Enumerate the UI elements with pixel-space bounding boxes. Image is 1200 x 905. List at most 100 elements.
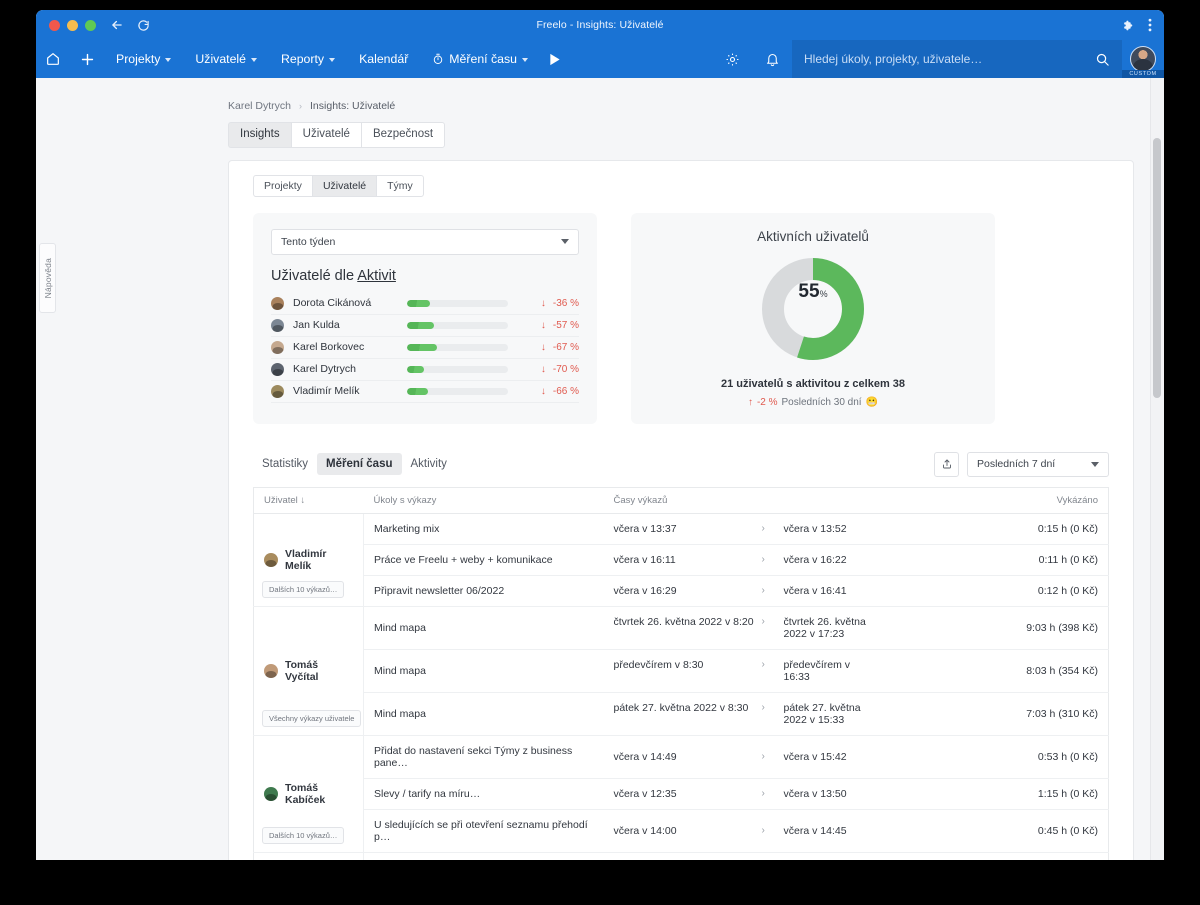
table-user[interactable]: Vladimír Melík (264, 548, 353, 572)
column-header-reported[interactable]: Vykázáno (883, 486, 1109, 514)
table-row[interactable]: Mind mapa pátek 27. května 2022 v 8:30 › pá… (254, 692, 1109, 736)
search-box[interactable] (792, 40, 1122, 78)
show-more-reports-button[interactable]: Všechny výkazy uživatele (262, 709, 362, 727)
table-reported-cell: 0:11 h (0 Kč) (883, 544, 1109, 576)
table-task-cell[interactable]: Slevy / tarify na míru… (363, 778, 604, 810)
table-task-cell[interactable]: Mind mapa (363, 605, 604, 650)
table-row[interactable]: Slevy / tarify na míru… včera v 12:35 › vče… (254, 778, 1109, 810)
table-row[interactable]: U sledujících se při otevření seznamu př… (254, 809, 1109, 853)
breadcrumb: Karel Dytrych › Insights: Uživatelé (58, 78, 1164, 112)
maximize-window-button[interactable] (85, 19, 96, 31)
report-tab-statistiky[interactable]: Statistiky (253, 453, 317, 475)
panel-title-link[interactable]: Aktivit (357, 268, 396, 284)
table-row[interactable]: Práce ve Freelu + weby + komunikace včera… (254, 544, 1109, 576)
table-user-cell: Tomáš Vyčítal Všechny výkazy uživatele (253, 605, 364, 736)
report-tab-mereni-casu[interactable]: Měření času (317, 453, 402, 476)
show-more-reports-button[interactable]: Dalších 10 výkazů… (262, 580, 345, 598)
nav-item-reporty[interactable]: Reporty (269, 40, 347, 78)
table-times-cell: pátek 27. května 2022 v 8:30 › pátek 27. k… (603, 692, 884, 736)
app-navigation-bar: Projekty Uživatelé Reporty Kalendář Měře… (36, 40, 1164, 78)
table-task-cell[interactable]: Mind mapa (363, 692, 604, 736)
subtab-tymy[interactable]: Týmy (376, 174, 424, 197)
home-icon[interactable] (36, 51, 70, 67)
activity-progress-bar (407, 343, 508, 351)
puzzle-piece-icon[interactable] (1122, 19, 1135, 32)
nav-item-label: Uživatelé (195, 52, 246, 66)
report-tab-aktivity[interactable]: Aktivity (402, 453, 456, 475)
activity-row[interactable]: Karel Borkovec ↓ -67 % (271, 337, 579, 359)
table-user[interactable]: Tomáš Kabíček (264, 782, 353, 806)
help-tab-label: Nápověda (42, 257, 53, 299)
active-users-trend: ↑ -2 % Posledních 30 dní 😬 (748, 397, 878, 408)
time-to: včera v 16:22 (783, 553, 847, 566)
play-icon[interactable] (540, 53, 570, 66)
window-controls[interactable] (49, 19, 96, 31)
period-select[interactable]: Tento týden (271, 228, 579, 255)
activity-delta: ↓ -70 % (517, 364, 579, 375)
date-range-select[interactable]: Posledních 7 dní (967, 451, 1109, 477)
avatar (271, 362, 284, 376)
column-header-user[interactable]: Uživatel ↓ (253, 486, 364, 514)
scrollbar-thumb[interactable] (1153, 138, 1161, 398)
table-task-cell[interactable]: Volání (363, 851, 604, 860)
tab-insights[interactable]: Insights (228, 122, 291, 148)
table-user-cell: Tereza NěmcováDalších 10 výkazů… (253, 851, 364, 860)
table-row[interactable]: Tomáš Vyčítal Všechny výkazy uživatele Min… (253, 605, 1109, 736)
bell-icon[interactable] (752, 52, 792, 67)
subtab-projekty[interactable]: Projekty (253, 174, 312, 197)
activity-row[interactable]: Jan Kulda ↓ -57 % (271, 315, 579, 337)
share-upload-icon[interactable] (934, 451, 959, 477)
close-window-button[interactable] (49, 19, 60, 31)
active-users-donut-chart: 55% (762, 257, 864, 360)
table-task-cell[interactable]: Marketing mix (363, 513, 604, 545)
table-row[interactable]: Vladimír Melík Dalších 10 výkazů… Marketin… (253, 513, 1109, 607)
table-times-cell: včera v 14:49 › včera v 15:42 (603, 734, 884, 779)
gear-icon[interactable] (712, 52, 752, 67)
activity-row[interactable]: Dorota Cikánová ↓ -36 % (271, 293, 579, 315)
chevron-down-icon (165, 58, 172, 62)
table-user[interactable]: Tomáš Vyčítal (264, 659, 353, 683)
activity-row[interactable]: Vladimír Melík ↓ -66 % (271, 381, 579, 403)
table-row[interactable]: Tomáš Kabíček Dalších 10 výkazů… Přidat do… (253, 734, 1109, 853)
search-icon[interactable] (1095, 52, 1110, 67)
vertical-scrollbar[interactable] (1150, 78, 1164, 860)
column-header-task[interactable]: Úkoly s výkazy (363, 486, 604, 514)
table-row[interactable]: Připravit newsletter 06/2022 včera v 16:2… (254, 575, 1109, 607)
nav-item-mereni-casu[interactable]: Měření času (420, 40, 540, 78)
kebab-menu-icon[interactable] (1148, 18, 1152, 32)
nav-item-kalendar[interactable]: Kalendář (347, 40, 420, 78)
chevron-right-icon: › (761, 615, 765, 627)
activity-row[interactable]: Karel Dytrych ↓ -70 % (271, 359, 579, 381)
back-arrow-icon[interactable] (110, 18, 124, 32)
tab-uzivatele[interactable]: Uživatelé (290, 122, 361, 148)
table-row[interactable]: Tereza NěmcováDalších 10 výkazů…Volánívč… (253, 851, 1109, 860)
table-task-cell[interactable]: Práce ve Freelu + weby + komunikace (363, 544, 604, 576)
plus-icon[interactable] (70, 51, 104, 68)
subtab-uzivatele[interactable]: Uživatelé (311, 174, 377, 197)
table-task-cell[interactable]: Mind mapa (363, 649, 604, 693)
activity-progress-bar (407, 299, 508, 307)
trend-emoji: 😬 (865, 396, 879, 408)
table-user-cell: Tomáš Kabíček Dalších 10 výkazů… (253, 734, 364, 853)
nav-item-projekty[interactable]: Projekty (104, 40, 183, 78)
table-task-cell[interactable]: Připravit newsletter 06/2022 (363, 575, 604, 607)
show-more-reports-button[interactable]: Dalších 10 výkazů… (262, 826, 345, 844)
help-tab-button[interactable]: Nápověda (39, 243, 56, 313)
tab-bezpecnost[interactable]: Bezpečnost (360, 122, 446, 148)
breadcrumb-root[interactable]: Karel Dytrych (228, 100, 291, 112)
avatar (1130, 46, 1156, 72)
user-avatar-menu[interactable]: CUSTOM (1122, 40, 1164, 78)
main-tabs: Insights Uživatelé Bezpečnost (58, 112, 1164, 148)
search-input[interactable] (804, 52, 1095, 66)
table-row[interactable]: Mind mapa předevčírem v 8:30 › předevčírem … (254, 649, 1109, 693)
minimize-window-button[interactable] (67, 19, 78, 31)
table-task-cell[interactable]: U sledujících se při otevření seznamu př… (363, 809, 604, 853)
table-task-cell[interactable]: Přidat do nastavení sekci Týmy z busines… (363, 734, 604, 779)
column-header-times[interactable]: Časy výkazů (603, 486, 884, 514)
nav-item-uzivatele[interactable]: Uživatelé (183, 40, 269, 78)
donut-unit: % (819, 288, 828, 299)
chevron-right-icon: › (761, 701, 765, 713)
time-to: včera v 15:42 (783, 750, 847, 763)
chevron-right-icon: › (761, 824, 765, 836)
reload-icon[interactable] (137, 19, 150, 32)
